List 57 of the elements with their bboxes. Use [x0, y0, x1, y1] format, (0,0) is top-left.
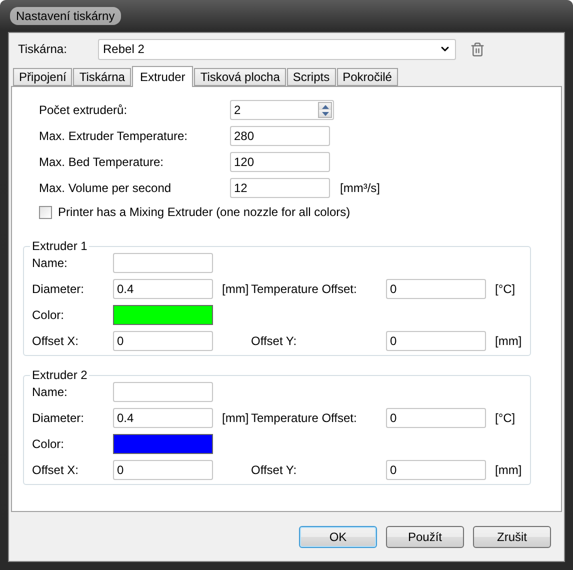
tab[interactable]: Pokročilé: [336, 68, 398, 86]
offset-x-field[interactable]: 0: [113, 331, 213, 351]
tab[interactable]: Extruder: [132, 66, 194, 87]
field-label: Diameter:: [32, 282, 86, 296]
color-swatch[interactable]: [113, 305, 213, 325]
unit-label: [mm]: [494, 334, 522, 348]
field-label: Offset X:: [32, 334, 80, 348]
color-swatch[interactable]: [113, 434, 213, 454]
field-label: Name:: [32, 385, 68, 399]
field-label: Color:: [32, 437, 66, 451]
field-label: Offset Y:: [251, 463, 298, 477]
tab[interactable]: Tisková plocha: [194, 68, 286, 86]
dialog-button[interactable]: OK: [299, 526, 377, 548]
tab[interactable]: Scripts: [286, 68, 336, 86]
field-label: Max. Bed Temperature:: [39, 155, 165, 169]
tab[interactable]: Připojení: [13, 68, 72, 86]
printer-dropdown[interactable]: Rebel 2: [98, 38, 456, 60]
text-field[interactable]: 12: [230, 178, 330, 198]
unit-label: [°C]: [494, 411, 516, 425]
unit-label: [mm³/s]: [340, 181, 381, 195]
text-field[interactable]: 280: [230, 126, 330, 146]
spin-field[interactable]: 2: [230, 100, 334, 120]
name-field[interactable]: [113, 382, 213, 402]
text-field[interactable]: 120: [230, 152, 330, 172]
spin-arrows-icon[interactable]: [318, 102, 332, 118]
unit-label: [°C]: [494, 282, 516, 296]
field-label: Temperature Offset:: [251, 282, 358, 296]
field-label: Temperature Offset:: [251, 411, 358, 425]
diameter-field[interactable]: 0.4: [113, 279, 213, 299]
checkbox[interactable]: [39, 206, 52, 218]
unit-label: [mm]: [494, 463, 522, 477]
group-title: Extruder 1: [31, 239, 88, 253]
field-label: Offset Y:: [251, 334, 298, 348]
window-title: Nastavení tiskárny: [10, 7, 121, 25]
field-label: Max. Extruder Temperature:: [39, 129, 189, 143]
printer-label: Tiskárna:: [17, 42, 68, 56]
offset-y-field[interactable]: 0: [386, 331, 486, 351]
dialog-button[interactable]: Použít: [386, 526, 464, 548]
tab[interactable]: Tiskárna: [73, 68, 131, 86]
dialog-button[interactable]: Zrušit: [473, 526, 551, 548]
field-label: Color:: [32, 308, 66, 322]
trash-icon[interactable]: [470, 42, 485, 56]
field-label: Počet extruderů:: [39, 103, 128, 117]
group-title: Extruder 2: [31, 368, 88, 382]
name-field[interactable]: [113, 253, 213, 273]
temperature-offset-field[interactable]: 0: [386, 408, 486, 428]
checkbox-label: Printer has a Mixing Extruder (one nozzle for all colors): [58, 205, 350, 219]
unit-label: [mm]: [221, 282, 250, 296]
field-label: Diameter:: [32, 411, 86, 425]
temperature-offset-field[interactable]: 0: [386, 279, 486, 299]
offset-y-field[interactable]: 0: [386, 460, 486, 480]
field-label: Max. Volume per second: [39, 181, 172, 195]
unit-label: [mm]: [221, 411, 250, 425]
field-label: Name:: [32, 256, 68, 270]
diameter-field[interactable]: 0.4: [113, 408, 213, 428]
field-label: Offset X:: [32, 463, 80, 477]
offset-x-field[interactable]: 0: [113, 460, 213, 480]
